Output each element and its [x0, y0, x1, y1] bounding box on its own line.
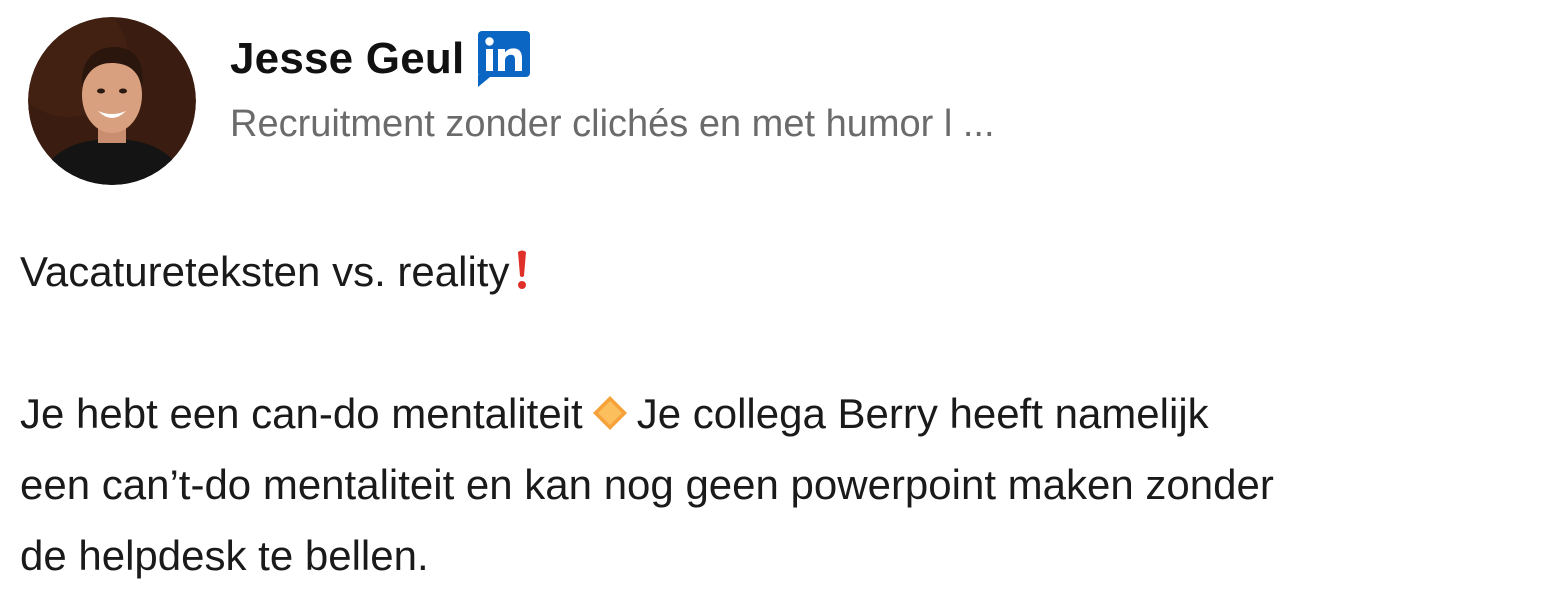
author-name-row: Jesse Geul: [230, 27, 1230, 91]
author-name[interactable]: Jesse Geul: [230, 34, 464, 84]
post-line-2: een can’t-do mentaliteit en kan nog geen…: [20, 461, 1274, 508]
orange-diamond-icon: [592, 396, 627, 430]
linkedin-post: Jesse Geul Recruitment zonder clichés en…: [0, 0, 1558, 602]
post-header: Jesse Geul Recruitment zonder clichés en…: [28, 17, 995, 185]
post-line-3: de helpdesk te bellen.: [20, 532, 429, 579]
exclamation-mark-icon: [518, 250, 527, 289]
author-headline: Recruitment zonder clichés en met humor …: [230, 103, 995, 145]
avatar[interactable]: [28, 17, 196, 185]
post-line-1-part-2: Je collega Berry heeft namelijk: [636, 390, 1209, 437]
post-title-line: Vacatureteksten vs. reality: [20, 236, 1550, 307]
author-meta: Jesse Geul Recruitment zonder clichés en…: [230, 27, 1230, 146]
post-title-text: Vacatureteksten vs. reality: [20, 248, 510, 295]
linkedin-icon: [478, 31, 531, 87]
post-line-1: Je hebt een can-do mentaliteit Je colleg…: [20, 378, 1550, 449]
post-line-1-part-1: Je hebt een can-do mentaliteit: [20, 390, 583, 437]
post-body: Vacatureteksten vs. reality Je hebt een …: [20, 236, 1550, 591]
